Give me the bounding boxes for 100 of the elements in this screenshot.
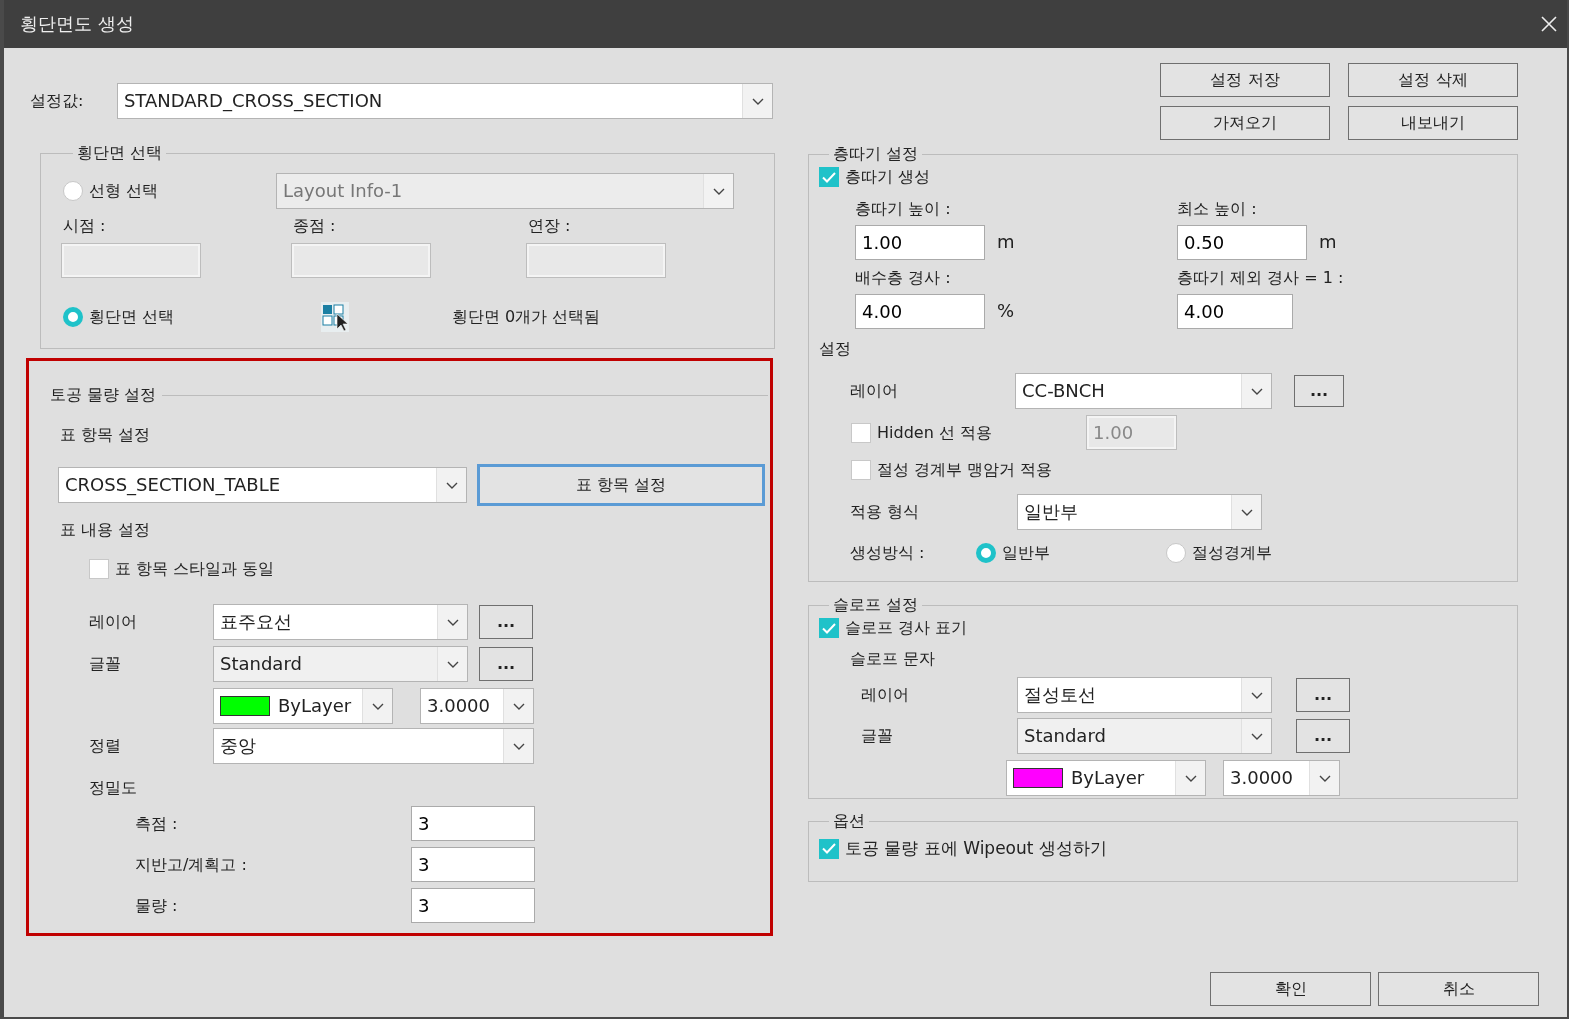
more-button[interactable]: ... bbox=[479, 647, 533, 681]
chevron-down-icon[interactable] bbox=[512, 742, 525, 750]
section-label: 정밀도 bbox=[89, 778, 138, 798]
dropdown[interactable]: CC-BNCH bbox=[1015, 373, 1272, 409]
dropdown[interactable]: 중앙 bbox=[213, 728, 534, 764]
dropdown[interactable]: 일반부 bbox=[1017, 494, 1262, 530]
radio-button[interactable] bbox=[63, 307, 83, 327]
field-label: 글꼴 bbox=[861, 726, 894, 746]
input-field[interactable]: 4.00 bbox=[1177, 294, 1293, 329]
field-label: 정렬 bbox=[89, 736, 122, 756]
group-title: 횡단면 선택 bbox=[76, 142, 164, 164]
dropdown[interactable]: Standard bbox=[1017, 718, 1272, 754]
section-label: 표 내용 설정 bbox=[60, 520, 152, 540]
input-field[interactable]: 3 bbox=[411, 847, 535, 882]
check-icon bbox=[822, 622, 836, 634]
grid-cursor-icon[interactable] bbox=[321, 302, 349, 332]
close-icon[interactable] bbox=[1541, 16, 1557, 32]
checkbox[interactable] bbox=[89, 559, 109, 579]
more-button[interactable]: ... bbox=[1296, 719, 1350, 753]
dropdown[interactable]: ByLayer bbox=[1006, 760, 1206, 796]
checkbox-label: 층따기 생성 bbox=[845, 167, 931, 187]
chevron-down-icon[interactable] bbox=[446, 660, 459, 668]
check-icon bbox=[822, 843, 836, 855]
checkbox[interactable] bbox=[851, 460, 871, 480]
dropdown[interactable]: ByLayer bbox=[213, 688, 393, 724]
field-label: 생성방식 : bbox=[850, 543, 926, 563]
status-text: 횡단면 0개가 선택됨 bbox=[452, 307, 601, 327]
dropdown[interactable]: 표주요선 bbox=[213, 604, 468, 640]
chevron-down-icon[interactable] bbox=[751, 97, 764, 105]
checkbox[interactable] bbox=[819, 618, 839, 638]
dropdown[interactable]: 3.0000 bbox=[420, 688, 534, 724]
chevron-down-icon[interactable] bbox=[512, 702, 525, 710]
radio-label: 횡단면 선택 bbox=[89, 307, 175, 327]
button[interactable]: 표 항목 설정 bbox=[477, 464, 765, 506]
dropdown[interactable]: CROSS_SECTION_TABLE bbox=[58, 467, 467, 503]
input-field[interactable]: 4.00 bbox=[855, 294, 985, 329]
button[interactable]: 설정 삭제 bbox=[1348, 63, 1518, 97]
more-button[interactable]: ... bbox=[1296, 678, 1350, 712]
checkbox[interactable] bbox=[819, 167, 839, 187]
chevron-down-icon[interactable] bbox=[1318, 774, 1331, 782]
checkbox-label: 절성 경계부 맹암거 적용 bbox=[877, 460, 1053, 480]
section-label: 표 항목 설정 bbox=[60, 425, 152, 445]
field-label: 배수층 경사 : bbox=[855, 268, 952, 288]
section-label: 설정 bbox=[819, 339, 852, 359]
section-label: 슬로프 문자 bbox=[850, 649, 937, 669]
unit-label: % bbox=[997, 300, 1015, 323]
field-label: 연장 : bbox=[528, 216, 572, 236]
radio-button[interactable] bbox=[63, 181, 83, 201]
dropdown[interactable]: 절성토선 bbox=[1017, 677, 1272, 713]
field-label: 층따기 높이 : bbox=[855, 199, 952, 219]
field-label: 측점 : bbox=[135, 813, 179, 834]
chevron-down-icon[interactable] bbox=[1184, 774, 1197, 782]
more-button[interactable]: ... bbox=[479, 605, 533, 639]
button[interactable]: 가져오기 bbox=[1160, 106, 1330, 140]
dropdown[interactable]: STANDARD_CROSS_SECTION bbox=[116, 83, 773, 119]
field-label: 글꼴 bbox=[89, 654, 122, 674]
dropdown[interactable]: 3.0000 bbox=[1223, 760, 1340, 796]
group-title: 층따기 설정 bbox=[832, 143, 920, 165]
radio-label: 일반부 bbox=[1002, 543, 1050, 563]
input-field[interactable]: 3 bbox=[411, 888, 535, 923]
chevron-down-icon[interactable] bbox=[446, 618, 459, 626]
field-label: 적용 형식 bbox=[850, 502, 921, 522]
chevron-down-icon[interactable] bbox=[1250, 732, 1263, 740]
group-title: 토공 물량 설정 bbox=[50, 385, 157, 405]
button[interactable]: 확인 bbox=[1210, 972, 1371, 1006]
chevron-down-icon[interactable] bbox=[445, 481, 458, 489]
input-field[interactable]: 3 bbox=[411, 806, 535, 841]
button[interactable]: 내보내기 bbox=[1348, 106, 1518, 140]
input-field[interactable]: 1.00 bbox=[855, 225, 985, 260]
field-label: 레이어 bbox=[89, 612, 138, 632]
unit-label: m bbox=[1319, 231, 1337, 254]
radio-button[interactable] bbox=[1166, 543, 1186, 563]
checkbox-label: 표 항목 스타일과 동일 bbox=[115, 559, 275, 579]
unit-label: m bbox=[997, 231, 1015, 254]
more-button[interactable]: ... bbox=[1294, 375, 1344, 407]
field-label: 설정값: bbox=[30, 91, 85, 111]
field-label: 층따기 제외 경사 = 1 : bbox=[1177, 268, 1345, 288]
field-label: 시점 : bbox=[63, 216, 107, 236]
button[interactable]: 취소 bbox=[1378, 972, 1539, 1006]
field-label: 최소 높이 : bbox=[1177, 199, 1258, 219]
field-label: 종점 : bbox=[293, 216, 337, 236]
input-field[interactable]: 0.50 bbox=[1177, 225, 1307, 260]
checkbox-label: Hidden 선 적용 bbox=[877, 422, 992, 443]
check-icon bbox=[822, 171, 836, 183]
radio-label: 절성경계부 bbox=[1192, 543, 1272, 563]
group-title: 슬로프 설정 bbox=[832, 594, 920, 616]
dropdown[interactable]: Standard bbox=[213, 646, 468, 682]
button[interactable]: 설정 저장 bbox=[1160, 63, 1330, 97]
chevron-down-icon[interactable] bbox=[1250, 387, 1263, 395]
radio-button[interactable] bbox=[976, 543, 996, 563]
chevron-down-icon[interactable] bbox=[1240, 508, 1253, 516]
chevron-down-icon[interactable] bbox=[371, 702, 384, 710]
group-title: 옵션 bbox=[832, 810, 866, 832]
checkbox[interactable] bbox=[819, 838, 839, 859]
chevron-down-icon[interactable] bbox=[1250, 691, 1263, 699]
field-label: 레이어 bbox=[850, 381, 899, 401]
checkbox-label: 토공 물량 표에 Wipeout 생성하기 bbox=[845, 838, 1107, 860]
field-label: 레이어 bbox=[861, 685, 910, 705]
radio-label: 선형 선택 bbox=[89, 181, 159, 201]
window-title: 횡단면도 생성 bbox=[20, 12, 134, 36]
